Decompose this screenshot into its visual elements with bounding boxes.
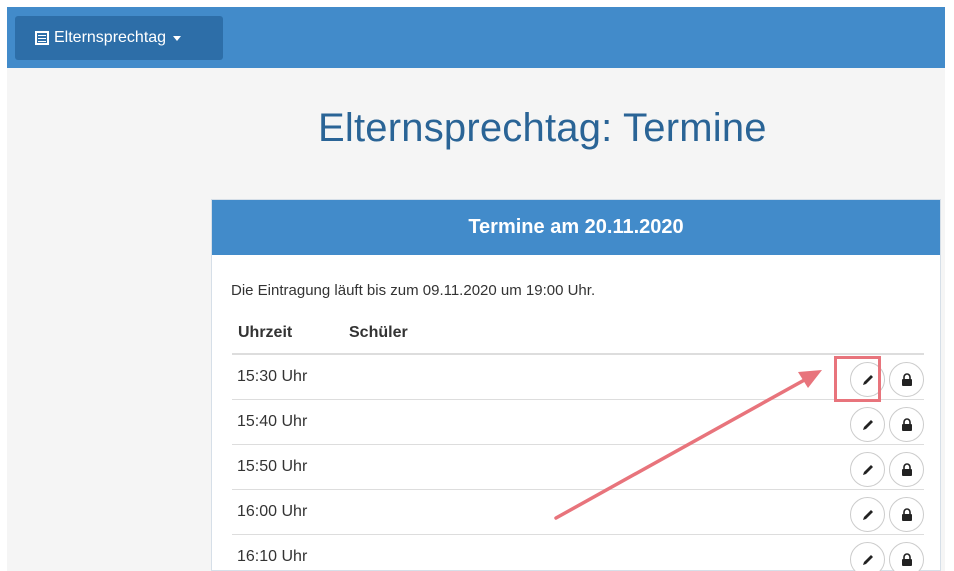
row-actions [850, 452, 924, 487]
edit-button[interactable] [850, 542, 885, 571]
column-header-student: Schüler [349, 324, 408, 341]
top-navbar: Elternsprechtag [0, 0, 954, 69]
row-actions [850, 497, 924, 532]
lock-button[interactable] [889, 407, 924, 442]
table-row: 15:50 Uhr [232, 445, 924, 490]
edit-button[interactable] [850, 452, 885, 487]
lock-icon [901, 508, 912, 521]
annotation-highlight-box [834, 356, 881, 402]
row-time: 15:50 Uhr [237, 458, 308, 475]
row-time: 16:00 Uhr [237, 503, 308, 520]
column-header-time: Uhrzeit [238, 324, 293, 341]
lock-button[interactable] [889, 497, 924, 532]
row-actions [850, 542, 924, 571]
pencil-icon [862, 464, 873, 475]
edit-button[interactable] [850, 407, 885, 442]
table-row: 16:10 Uhr [232, 535, 924, 571]
pencil-icon [862, 509, 873, 520]
appointments-table: Uhrzeit Schüler 15:30 Uhr 15:40 Uhr 15:5… [232, 313, 924, 571]
lock-icon [901, 373, 912, 386]
list-icon [35, 31, 49, 45]
table-header: Uhrzeit Schüler [232, 313, 924, 355]
lock-button[interactable] [889, 452, 924, 487]
pencil-icon [862, 554, 873, 565]
table-row: 15:40 Uhr [232, 400, 924, 445]
row-time: 15:40 Uhr [237, 413, 308, 430]
menu-button-label: Elternsprechtag [54, 29, 167, 46]
lock-icon [901, 418, 912, 431]
appointments-panel: Termine am 20.11.2020 Die Eintragung läu… [211, 199, 941, 571]
lock-button[interactable] [889, 542, 924, 571]
caret-down-icon [173, 35, 182, 41]
pencil-icon [862, 419, 873, 430]
edit-button[interactable] [850, 497, 885, 532]
registration-info: Die Eintragung läuft bis zum 09.11.2020 … [231, 282, 596, 299]
table-row: 15:30 Uhr [232, 355, 924, 400]
row-time: 16:10 Uhr [237, 548, 308, 565]
row-actions [850, 407, 924, 442]
row-time: 15:30 Uhr [237, 368, 308, 385]
elternsprechtag-menu-button[interactable]: Elternsprechtag [15, 16, 223, 60]
lock-button[interactable] [889, 362, 924, 397]
panel-heading: Termine am 20.11.2020 [212, 200, 940, 255]
page-title: Elternsprechtag: Termine [318, 106, 767, 150]
table-row: 16:00 Uhr [232, 490, 924, 535]
lock-icon [901, 463, 912, 476]
lock-icon [901, 553, 912, 566]
